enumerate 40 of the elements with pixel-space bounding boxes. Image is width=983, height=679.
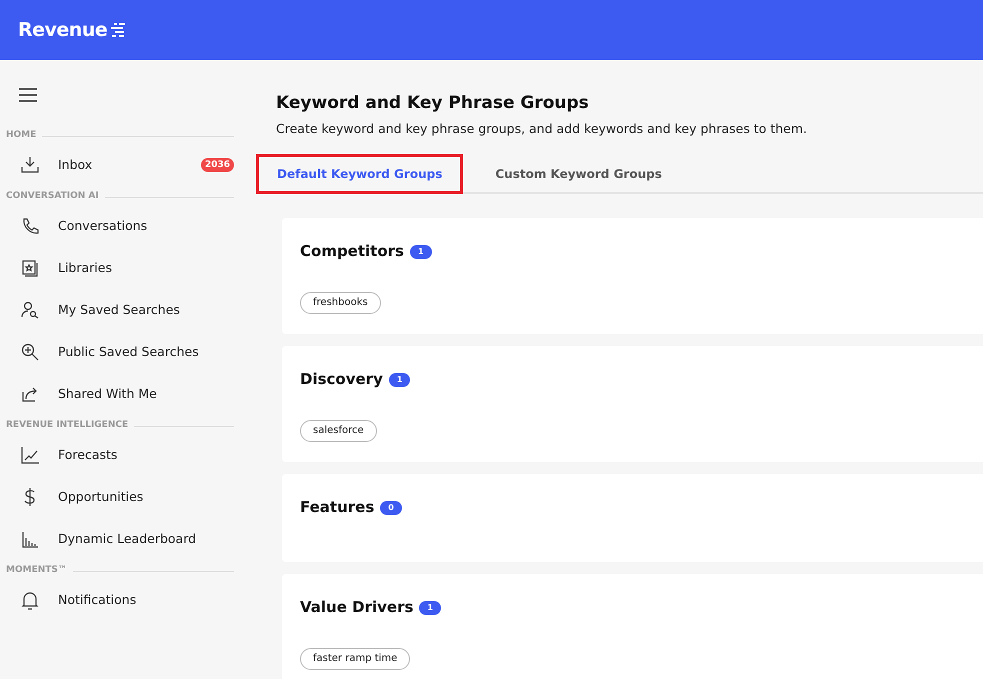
- count-badge: 1: [388, 372, 410, 386]
- sidebar-item[interactable]: Opportunities: [0, 476, 250, 518]
- keyword-chip[interactable]: freshbooks: [300, 292, 381, 314]
- section-heading: REVENUE INTELLIGENCE: [6, 419, 128, 432]
- tab[interactable]: Custom Keyword Groups: [463, 154, 694, 194]
- library-icon: [20, 258, 40, 278]
- sidebar-item[interactable]: Dynamic Leaderboard: [0, 518, 250, 560]
- count-badge: 0: [380, 500, 402, 514]
- sidebar-item[interactable]: Shared With Me: [0, 373, 250, 415]
- sidebar-item[interactable]: Libraries: [0, 247, 250, 289]
- menu-icon[interactable]: [19, 88, 37, 102]
- group-title: Value Drivers: [300, 597, 414, 618]
- page-title: Keyword and Key Phrase Groups: [276, 92, 590, 115]
- keyword-chip[interactable]: faster ramp time: [300, 648, 410, 670]
- logo-icon: [111, 23, 128, 37]
- tray-download-icon: [20, 155, 40, 175]
- sidebar-item[interactable]: My Saved Searches: [0, 289, 250, 331]
- logo-text: Revenue: [18, 18, 108, 43]
- person-search-icon: [20, 300, 40, 320]
- count-badge: 2036: [200, 158, 234, 172]
- group-title: Features: [300, 497, 374, 518]
- count-badge: 1: [410, 244, 432, 258]
- tab[interactable]: Default Keyword Groups: [256, 154, 464, 194]
- group-title: Discovery: [300, 369, 383, 390]
- bell-icon: [20, 590, 40, 610]
- line-chart-icon: [20, 445, 40, 465]
- page-subtitle: Create keyword and key phrase groups, and add keywords and key phrases to them.: [276, 120, 808, 138]
- section-heading: CONVERSATION AI: [6, 190, 99, 204]
- sidebar-item[interactable]: Inbox 2036: [0, 144, 250, 186]
- section-heading: HOME: [6, 129, 36, 142]
- bar-chart-icon: [20, 529, 40, 549]
- keyword-chip[interactable]: salesforce: [300, 420, 377, 442]
- sidebar-item[interactable]: Notifications: [0, 579, 250, 621]
- section-heading: MOMENTS™: [6, 564, 67, 578]
- zoom-in-icon: [20, 342, 40, 362]
- sidebar-item[interactable]: Public Saved Searches: [0, 331, 250, 373]
- count-badge: 1: [419, 600, 441, 614]
- sidebar-item[interactable]: Forecasts: [0, 434, 250, 476]
- sidebar-item[interactable]: Conversations: [0, 205, 250, 247]
- group-title: Competitors: [300, 241, 404, 262]
